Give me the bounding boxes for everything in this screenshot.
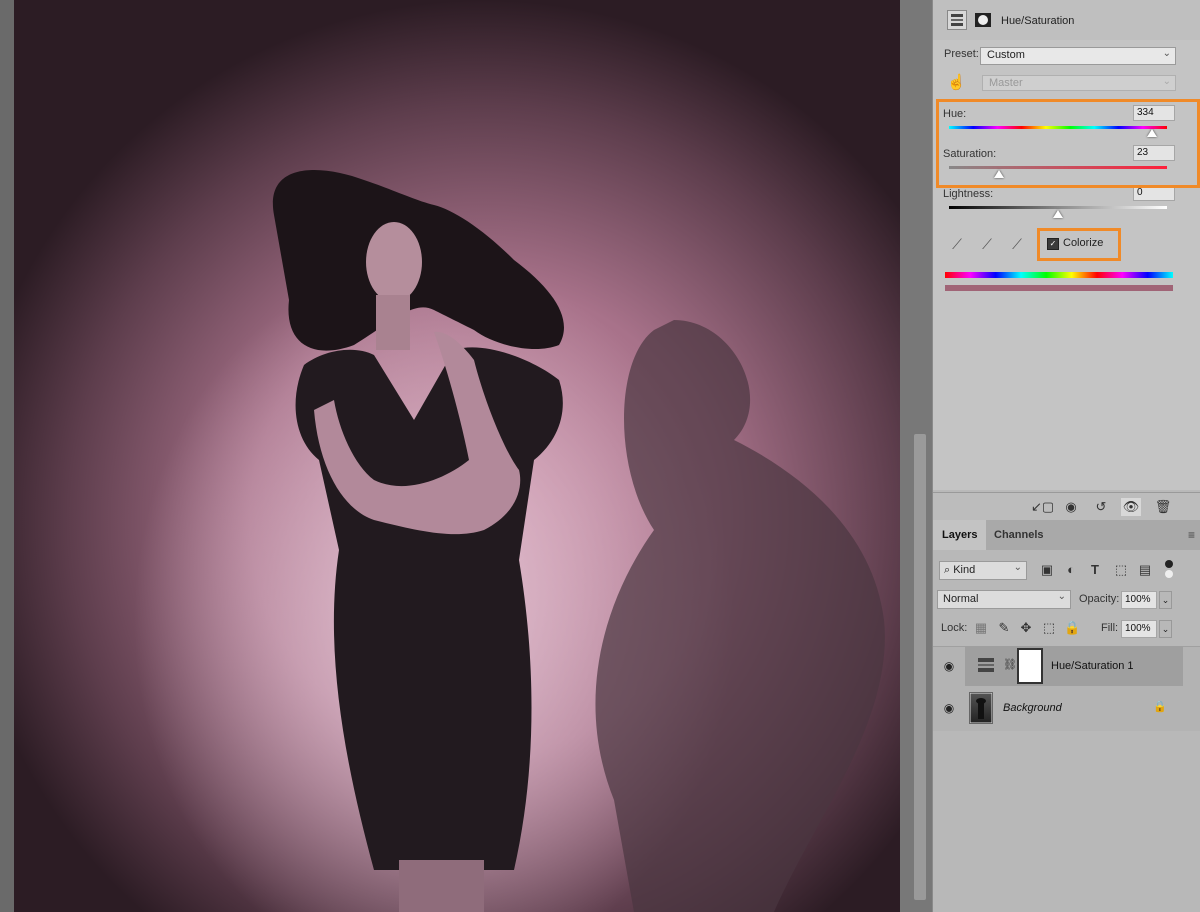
shape-filter-icon[interactable]: ⬚ — [1113, 562, 1129, 578]
layers-panel: Layers Channels ≡ ⌕ Kind ⌄ ▣ ◐ T ⬚ ▤ Nor… — [933, 520, 1200, 912]
clip-to-layer-icon[interactable]: ↙▢ — [1031, 498, 1054, 516]
channel-value: Master — [989, 77, 1023, 89]
layers-tabs: Layers Channels ≡ — [933, 520, 1200, 550]
opacity-label: Opacity: — [1079, 593, 1120, 605]
chevron-down-icon: ⌄ — [1162, 48, 1171, 59]
lock-icon: 🔒 — [1153, 701, 1167, 713]
delete-icon[interactable]: 🗑 — [1153, 498, 1173, 516]
filter-toggle-off-icon — [1165, 570, 1173, 578]
wall-shadow — [595, 320, 885, 912]
lock-transparent-icon[interactable]: ▦ — [973, 620, 989, 636]
blend-mode-value: Normal — [943, 593, 979, 605]
fill-label: Fill: — [1101, 622, 1119, 634]
source-color-bar — [945, 272, 1173, 278]
layer-mask-thumbnail[interactable] — [1017, 648, 1043, 684]
hue-slider[interactable] — [949, 126, 1167, 129]
legs — [399, 860, 484, 912]
preset-value: Custom — [987, 49, 1025, 61]
adjustment-layer-icon — [977, 656, 995, 674]
result-color-bar — [945, 285, 1173, 291]
tab-channels[interactable]: Channels — [985, 520, 1053, 550]
saturation-slider-thumb[interactable] — [994, 170, 1005, 178]
type-filter-icon[interactable]: T — [1087, 562, 1103, 577]
properties-footer: ↙▢ ◉ ↺ 👁 🗑 — [933, 492, 1200, 521]
eye-icon[interactable]: ◉ — [941, 700, 957, 716]
saturation-slider[interactable] — [949, 166, 1167, 169]
lock-all-icon[interactable]: 🔒 — [1064, 620, 1080, 636]
scrollbar-thumb[interactable] — [914, 434, 926, 900]
adjustment-filter-icon[interactable]: ◐ — [1063, 562, 1079, 577]
hue-input[interactable]: 334 — [1133, 105, 1175, 121]
layer-name[interactable]: Hue/Saturation 1 — [1051, 660, 1134, 672]
lightness-label: Lightness: — [943, 188, 994, 200]
smart-object-filter-icon[interactable]: ▤ — [1137, 562, 1153, 578]
right-dock: Hue/Saturation Preset: Custom ⌄ ☝ Master… — [932, 0, 1200, 912]
filter-kind-value: Kind — [953, 564, 976, 576]
view-previous-icon[interactable]: ◉ — [1061, 498, 1081, 516]
channel-dropdown[interactable]: Master ⌄ — [982, 75, 1176, 91]
hue-slider-thumb[interactable] — [1146, 129, 1157, 137]
eyedropper-plus-icon[interactable]: ⟋ — [977, 234, 997, 254]
canvas-area[interactable] — [0, 0, 932, 912]
saturation-label: Saturation: — [943, 148, 997, 160]
tab-layers[interactable]: Layers — [933, 520, 987, 550]
colorize-label: Colorize — [1063, 237, 1104, 249]
blend-mode-dropdown[interactable]: Normal ⌄ — [937, 590, 1071, 609]
panel-menu-icon[interactable]: ≡ — [1188, 528, 1195, 542]
chevron-down-icon: ⌄ — [1057, 591, 1066, 602]
opacity-input[interactable]: 100% — [1121, 591, 1157, 609]
adjustment-icon[interactable] — [947, 10, 967, 30]
lightness-slider[interactable] — [949, 206, 1167, 209]
mask-icon[interactable] — [973, 10, 993, 30]
eye-icon[interactable]: ◉ — [941, 658, 957, 674]
eyedropper-minus-icon[interactable]: ⟋ — [1007, 234, 1027, 254]
preset-label: Preset: — [944, 48, 979, 60]
lightness-slider-thumb[interactable] — [1053, 210, 1063, 218]
filter-kind-dropdown[interactable]: ⌕ Kind ⌄ — [939, 561, 1027, 580]
properties-header: Hue/Saturation — [933, 0, 1200, 40]
lightness-input[interactable]: 0 — [1133, 185, 1175, 201]
link-icon[interactable]: ⛓ — [1003, 658, 1017, 671]
search-icon: ⌕ — [944, 564, 954, 576]
opacity-dropdown-icon[interactable]: ⌄ — [1159, 591, 1172, 609]
properties-panel: Hue/Saturation Preset: Custom ⌄ ☝ Master… — [933, 0, 1200, 490]
canvas-left-edge — [0, 0, 14, 912]
targeted-adjustment-hand-icon[interactable]: ☝ — [947, 73, 966, 91]
document-image[interactable] — [14, 0, 900, 912]
layer-thumbnail — [969, 692, 993, 724]
photo-content — [272, 169, 885, 912]
image-filter-icon[interactable]: ▣ — [1039, 562, 1055, 578]
layer-name[interactable]: Background — [1003, 702, 1062, 714]
colorize-checkbox[interactable]: ✓ — [1047, 238, 1059, 250]
filter-toggle-icon[interactable] — [1165, 560, 1173, 568]
reset-icon[interactable]: ↺ — [1091, 498, 1111, 516]
visibility-icon[interactable]: 👁 — [1121, 498, 1141, 516]
lock-artboard-icon[interactable]: ⬚ — [1041, 620, 1057, 636]
preset-dropdown[interactable]: Custom ⌄ — [980, 47, 1176, 65]
hue-label: Hue: — [943, 108, 967, 120]
face — [366, 222, 422, 302]
properties-title: Hue/Saturation — [1001, 15, 1075, 27]
chevron-down-icon: ⌄ — [1013, 562, 1022, 573]
fill-dropdown-icon[interactable]: ⌄ — [1159, 620, 1172, 638]
eyedropper-icon[interactable]: ⟋ — [947, 234, 967, 254]
lock-label: Lock: — [941, 622, 968, 634]
lock-paint-icon[interactable]: ✎ — [996, 620, 1012, 636]
neck — [376, 295, 410, 350]
lock-position-icon[interactable]: ✥ — [1018, 620, 1034, 636]
chevron-down-icon: ⌄ — [1162, 76, 1171, 87]
fill-input[interactable]: 100% — [1121, 620, 1157, 638]
saturation-input[interactable]: 23 — [1133, 145, 1175, 161]
